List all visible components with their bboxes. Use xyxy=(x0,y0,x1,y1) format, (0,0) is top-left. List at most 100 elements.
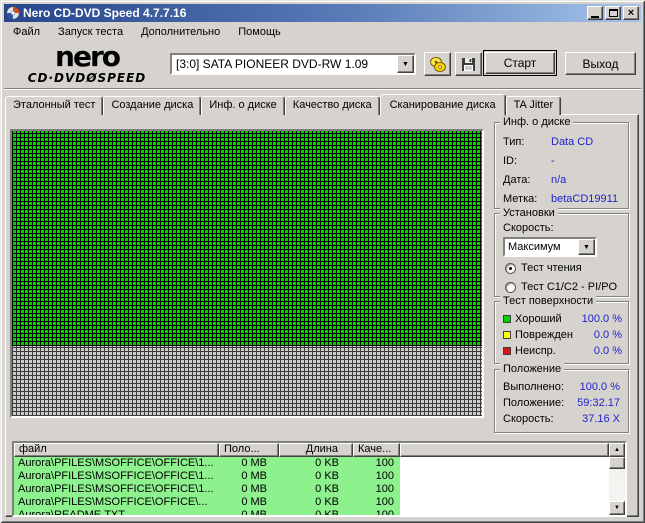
maximize-icon xyxy=(608,9,618,17)
disc-info-group: Инф. о диске Тип: Data CD ID: - Дата: n/… xyxy=(494,116,629,209)
disc-type-value: Data CD xyxy=(551,135,594,148)
disc-date-row: Дата: n/a xyxy=(503,170,622,189)
file-cell: Aurora\README.TXT xyxy=(18,509,125,515)
disc-info-title: Инф. о диске xyxy=(500,116,574,128)
menu-file[interactable]: Файл xyxy=(4,24,49,40)
arrow-down-icon: ▼ xyxy=(614,505,620,511)
scroll-up-button[interactable]: ▲ xyxy=(609,443,625,457)
position-group: Положение Выполнено: 100.0 % Положение: … xyxy=(494,363,629,433)
vertical-scrollbar[interactable]: ▲ ▼ xyxy=(609,443,625,515)
surface-grid-unused xyxy=(12,346,482,416)
length-cell: 0 KB xyxy=(315,496,339,508)
table-row[interactable]: Aurora\PFILES\MSOFFICE\OFFICE\1... 0 MB … xyxy=(14,483,609,496)
position-cell: 0 MB xyxy=(241,457,267,469)
cdvd-speed-logo-text: CD·DVDØSPEED xyxy=(27,71,147,85)
minimize-button[interactable] xyxy=(587,6,603,20)
position-label: Положение: xyxy=(503,397,565,409)
read-test-option[interactable]: Тест чтения xyxy=(503,260,622,276)
disc-date-label: Дата: xyxy=(503,173,531,186)
tab-strip: Эталонный тест Создание диска Инф. о дис… xyxy=(5,93,562,116)
position-value: 59:32.17 xyxy=(577,397,620,409)
quality-cell: 100 xyxy=(375,483,394,495)
table-row[interactable]: Aurora\PFILES\MSOFFICE\OFFICE\... 0 MB 0… xyxy=(14,496,609,509)
table-row[interactable]: Aurora\PFILES\MSOFFICE\OFFICE\1... 0 MB … xyxy=(14,457,609,470)
file-list-body: Aurora\PFILES\MSOFFICE\OFFICE\1... 0 MB … xyxy=(14,457,609,515)
arrow-up-icon: ▲ xyxy=(614,447,620,453)
radio-icon[interactable] xyxy=(505,281,516,293)
position-cell: 0 MB xyxy=(241,496,267,508)
speed-select[interactable]: Максимум ▼ xyxy=(503,237,597,257)
unreadable-value: 0.0 % xyxy=(593,345,622,357)
drive-select-dropdown-button[interactable]: ▼ xyxy=(397,55,414,73)
tab-benchmark[interactable]: Эталонный тест xyxy=(5,96,104,115)
file-cell: Aurora\PFILES\MSOFFICE\OFFICE\1... xyxy=(18,470,214,482)
quality-cell: 100 xyxy=(375,496,394,508)
speed-row-label: Скорость: xyxy=(503,413,554,425)
nero-logo: nero CD·DVDØSPEED xyxy=(12,40,162,85)
menu-extra[interactable]: Дополнительно xyxy=(132,24,229,40)
nero-logo-text: nero xyxy=(55,40,121,73)
speed-label: Скорость: xyxy=(503,222,554,234)
position-title: Положение xyxy=(500,363,565,375)
damaged-label: Поврежден xyxy=(515,329,573,341)
speed-select-dropdown-button[interactable]: ▼ xyxy=(578,239,595,255)
quality-cell: 100 xyxy=(375,509,394,515)
scrollbar-thumb[interactable] xyxy=(609,457,625,469)
damaged-value: 0.0 % xyxy=(593,329,622,341)
close-icon: × xyxy=(627,7,635,19)
good-sectors-row: Хороший 100.0 % xyxy=(503,311,622,327)
tab-scandisc[interactable]: Сканирование диска xyxy=(379,94,506,116)
tab-disc-info[interactable]: Инф. о диске xyxy=(201,96,285,115)
scroll-down-button[interactable]: ▼ xyxy=(609,501,625,515)
maximize-button[interactable] xyxy=(605,6,621,20)
save-icon xyxy=(462,57,475,71)
unreadable-sectors-row: Неиспр. 0.0 % xyxy=(503,343,622,359)
disc-type-label: Тип: xyxy=(503,135,525,148)
read-test-label: Тест чтения xyxy=(521,262,582,274)
quality-cell: 100 xyxy=(375,457,394,469)
menu-bar: Файл Запуск теста Дополнительно Помощь xyxy=(4,23,641,41)
minimize-icon xyxy=(591,15,599,18)
window-title: Nero CD-DVD Speed 4.7.7.16 xyxy=(23,6,187,20)
save-button[interactable] xyxy=(455,52,482,76)
table-row[interactable]: Aurora\README.TXT 0 MB 0 KB 100 xyxy=(14,509,609,515)
surface-test-group: Тест поверхности Хороший 100.0 % Поврежд… xyxy=(494,295,629,364)
disc-type-row: Тип: Data CD xyxy=(503,132,622,151)
position-cell: 0 MB xyxy=(241,470,267,482)
eject-discs-button[interactable] xyxy=(424,52,451,76)
file-cell: Aurora\PFILES\MSOFFICE\OFFICE\1... xyxy=(18,457,214,469)
done-label: Выполнено: xyxy=(503,381,564,393)
good-value: 100.0 % xyxy=(581,313,622,325)
tab-ta-jitter[interactable]: TA Jitter xyxy=(505,96,562,115)
tab-disc-quality[interactable]: Качество диска xyxy=(284,96,380,115)
file-cell: Aurora\PFILES\MSOFFICE\OFFICE\... xyxy=(18,496,208,508)
surface-grid-good xyxy=(12,131,482,347)
close-button[interactable]: × xyxy=(623,6,639,20)
radio-icon[interactable] xyxy=(505,262,516,274)
done-row: Выполнено: 100.0 % xyxy=(503,379,620,395)
position-cell: 0 MB xyxy=(241,483,267,495)
exit-button[interactable]: Выход xyxy=(565,52,636,75)
speed-row: Скорость: 37.16 X xyxy=(503,411,620,427)
file-list-header: файл Поло... Длина Каче... xyxy=(14,443,609,457)
file-cell: Aurora\PFILES\MSOFFICE\OFFICE\1... xyxy=(18,483,214,495)
table-row[interactable]: Aurora\PFILES\MSOFFICE\OFFICE\1... 0 MB … xyxy=(14,470,609,483)
settings-title: Установки xyxy=(500,207,558,219)
column-header-position[interactable]: Поло... xyxy=(219,443,279,457)
column-header-quality[interactable]: Каче... xyxy=(353,443,400,457)
disc-label-row: Метка: betaCD19911 xyxy=(503,189,622,208)
drive-select[interactable]: [3:0] SATA PIONEER DVD-RW 1.09 ▼ xyxy=(170,53,416,75)
good-label: Хороший xyxy=(515,313,562,325)
column-header-length[interactable]: Длина xyxy=(279,443,353,457)
c1c2-test-label: Тест C1/C2 - PI/PO xyxy=(521,281,618,293)
menu-run-test[interactable]: Запуск теста xyxy=(49,24,132,40)
start-button[interactable]: Старт xyxy=(483,50,557,76)
disc-id-label: ID: xyxy=(503,154,518,167)
exit-button-label: Выход xyxy=(582,56,619,71)
column-header-file[interactable]: файл xyxy=(14,443,219,457)
menu-help[interactable]: Помощь xyxy=(229,24,290,40)
chevron-down-icon: ▼ xyxy=(583,243,590,251)
start-button-label: Старт xyxy=(503,56,537,70)
tab-create-disc[interactable]: Создание диска xyxy=(103,96,202,115)
c1c2-test-option[interactable]: Тест C1/C2 - PI/PO xyxy=(503,279,622,295)
